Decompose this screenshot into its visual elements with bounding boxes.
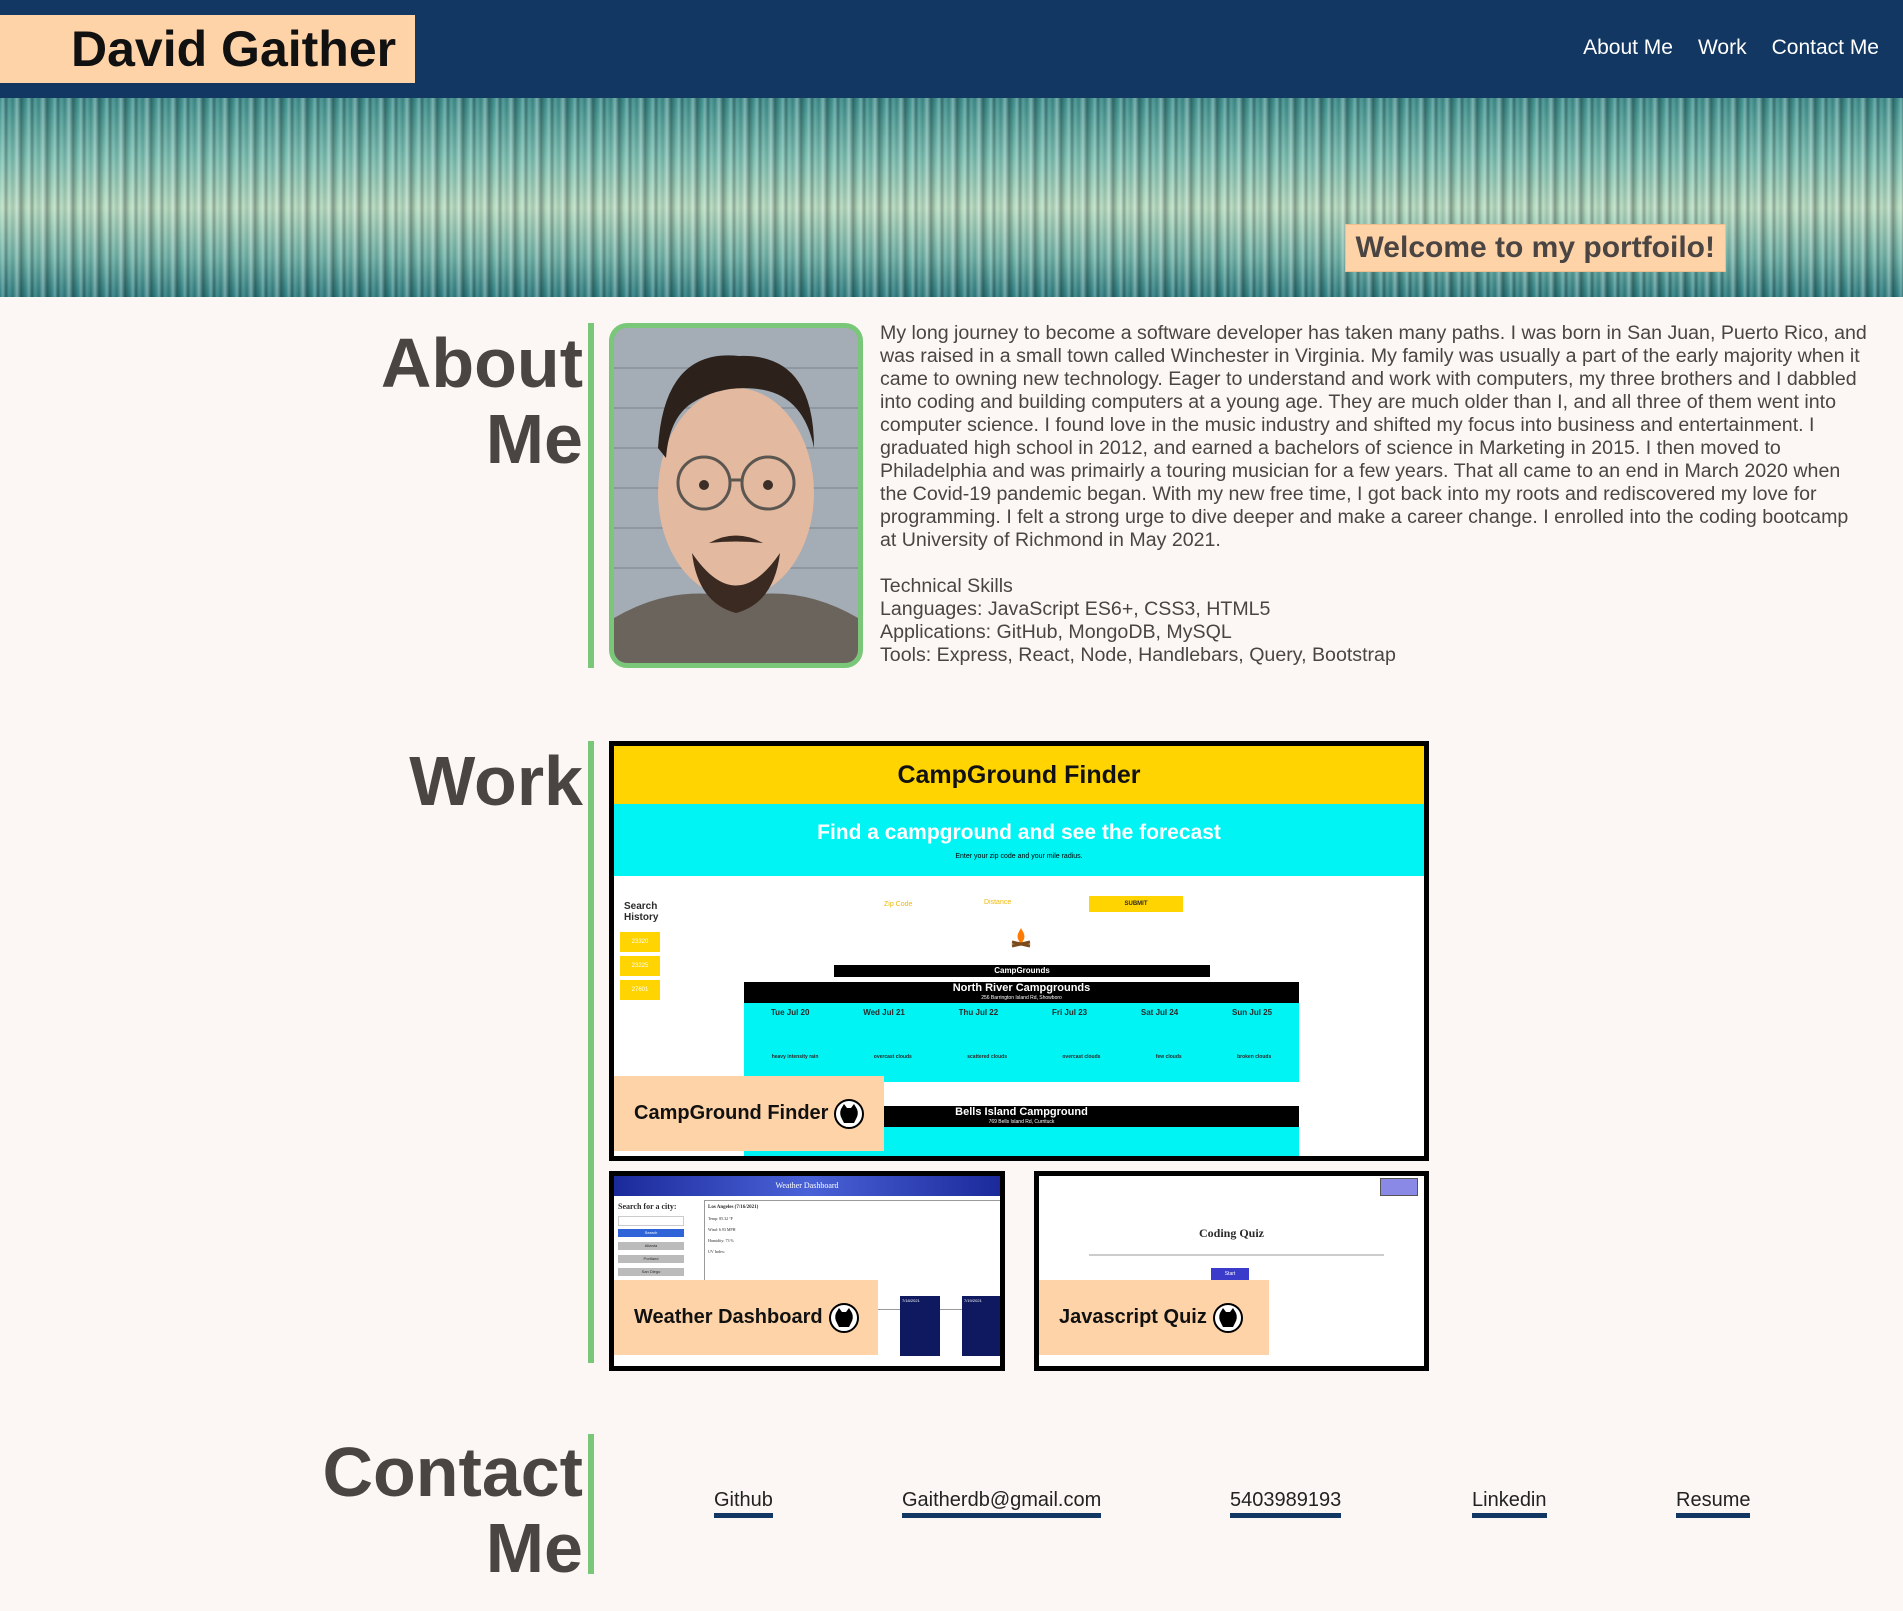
project-label-weather: Weather Dashboard [614, 1280, 878, 1355]
cg-condition: overcast clouds [873, 1054, 912, 1060]
site-brand: David Gaither [0, 15, 415, 83]
about-title-line1: About [380, 324, 583, 402]
project-label-quiz: Javascript Quiz [1039, 1280, 1269, 1355]
wd-search-label: Search for a city: [618, 1202, 677, 1211]
quiz-highscores [1380, 1178, 1418, 1196]
about-title-line2: Me [485, 400, 583, 478]
cg-site-address: 256 Barrington Island Rd, Showboro [981, 995, 1062, 1001]
project-name: CampGround Finder [634, 1102, 829, 1124]
contact-title-line2: Me [485, 1509, 583, 1587]
quiz-title: Coding Quiz [1198, 1226, 1264, 1240]
site-header: David Gaither About Me Work Contact Me [0, 0, 1903, 98]
cg-condition: broken clouds [1237, 1054, 1272, 1060]
cg-site-1-header: North River Campgrounds 256 Barrington I… [744, 982, 1299, 1003]
nav-about-me[interactable]: About Me [1583, 36, 1673, 60]
cg-history-list: 23320 23225 27601 [620, 932, 660, 1000]
welcome-banner: Welcome to my portfoilo! [1344, 224, 1726, 272]
project-name: Weather Dashboard [634, 1306, 823, 1328]
skills-applications: Applications: GitHub, MongoDB, MySQL [880, 621, 1232, 643]
contact-link-email[interactable]: Gaitherdb@gmail.com [902, 1489, 1102, 1518]
wd-button: Portland [618, 1255, 684, 1263]
cg-day: Tue Jul 20 [770, 1008, 810, 1017]
cg-condition: scattered clouds [967, 1054, 1007, 1060]
profile-photo [609, 323, 863, 668]
cg-day: Wed Jul 21 [863, 1008, 905, 1017]
wd-stat: Humidity: 73 % [708, 1238, 734, 1243]
wd-button: Search [618, 1229, 684, 1237]
about-bio: My long journey to become a software dev… [880, 322, 1867, 551]
wd-stat: UV Index: [708, 1249, 725, 1254]
about-title: About Me [381, 325, 583, 477]
wd-forecast-card: 7/18/2021 [900, 1296, 940, 1356]
project-card-quiz[interactable]: Coding Quiz Start Javascript Quiz [1034, 1171, 1429, 1371]
contact-title-line1: Contact [322, 1433, 583, 1511]
wd-button: Atlanta [618, 1242, 684, 1250]
campfire-icon [1009, 926, 1033, 950]
work-divider [588, 741, 594, 1363]
cg-header-text: CampGround Finder [897, 760, 1141, 789]
cg-distance-label: Distance [984, 899, 1012, 906]
cg-condition-row: heavy intensity rain overcast clouds sca… [744, 1054, 1299, 1060]
contact-link-github[interactable]: Github [714, 1489, 773, 1518]
skills-tools: Tools: Express, React, Node, Handlebars,… [880, 644, 1396, 666]
nav-work[interactable]: Work [1698, 36, 1747, 60]
cg-condition: overcast clouds [1062, 1054, 1101, 1060]
wd-city-buttons: Search Atlanta Portland San Diego [618, 1216, 684, 1276]
project-label-campground: CampGround Finder [614, 1076, 884, 1151]
cg-day: Sat Jul 24 [1140, 1008, 1179, 1017]
cg-submit: SUBMIT [1089, 896, 1183, 912]
github-icon[interactable] [834, 1098, 865, 1129]
hero-banner: Welcome to my portfoilo! [0, 98, 1903, 297]
work-title: Work [409, 742, 583, 820]
cg-campgrounds-bar: CampGrounds [834, 965, 1210, 977]
cg-day-row: Tue Jul 20 Wed Jul 21 Thu Jul 22 Fri Jul… [744, 1008, 1299, 1017]
project-card-campground[interactable]: CampGround Finder Find a campground and … [609, 741, 1429, 1161]
wd-button: San Diego [618, 1268, 684, 1276]
contact-divider [588, 1434, 594, 1574]
cg-subheader: Find a campground and see the forecast [817, 821, 1221, 844]
cg-search-history: Search History [624, 901, 659, 923]
skills-heading: Technical Skills [880, 575, 1013, 597]
contact-title: Contact Me [322, 1434, 583, 1586]
cg-hint: Enter your zip code and your mile radius… [955, 853, 1083, 860]
main-nav: About Me Work Contact Me [1583, 36, 1879, 60]
cg-site-name: North River Campgrounds [952, 982, 1091, 994]
contact-link-phone[interactable]: 5403989193 [1230, 1489, 1342, 1518]
wd-stat: Temp: 85.32 °F [708, 1216, 733, 1221]
wd-forecast-card: 7/19/2021 [962, 1296, 1000, 1356]
cg-day: Thu Jul 22 [958, 1008, 999, 1017]
cg-condition: few clouds [1155, 1054, 1182, 1060]
github-icon[interactable] [828, 1302, 859, 1333]
profile-portrait [614, 328, 858, 663]
quiz-start: Start [1211, 1268, 1249, 1280]
cg-history-item: 27601 [620, 980, 660, 1000]
wd-header: Weather Dashboard [614, 1176, 1000, 1196]
cg-day: Fri Jul 23 [1051, 1008, 1088, 1017]
project-name: Javascript Quiz [1059, 1306, 1207, 1328]
cg-banner: Find a campground and see the forecast E… [614, 804, 1424, 876]
github-icon[interactable] [1212, 1302, 1243, 1333]
about-text: My long journey to become a software dev… [880, 322, 1870, 667]
project-card-weather[interactable]: Weather Dashboard Search for a city: Sea… [609, 1171, 1005, 1371]
skills-languages: Languages: JavaScript ES6+, CSS3, HTML5 [880, 598, 1271, 620]
cg-site-1: North River Campgrounds 256 Barrington I… [744, 982, 1299, 1082]
about-divider [588, 323, 594, 668]
wd-stat: Wind: 6.93 MPH [708, 1227, 736, 1232]
cg-zip-label: Zip Code [884, 901, 913, 908]
quiz-text-line [1089, 1254, 1384, 1256]
cg-history-item: 23320 [620, 932, 660, 952]
cg-condition: heavy intensity rain [771, 1054, 819, 1060]
wd-city: Los Angeles (7/16/2021) [708, 1205, 759, 1210]
cg-day: Sun Jul 25 [1232, 1008, 1273, 1017]
contact-link-linkedin[interactable]: Linkedin [1472, 1489, 1547, 1518]
cg-history-item: 23225 [620, 956, 660, 976]
nav-contact-me[interactable]: Contact Me [1772, 36, 1879, 60]
contact-link-resume[interactable]: Resume [1676, 1489, 1751, 1518]
cg-header: CampGround Finder [614, 746, 1424, 804]
